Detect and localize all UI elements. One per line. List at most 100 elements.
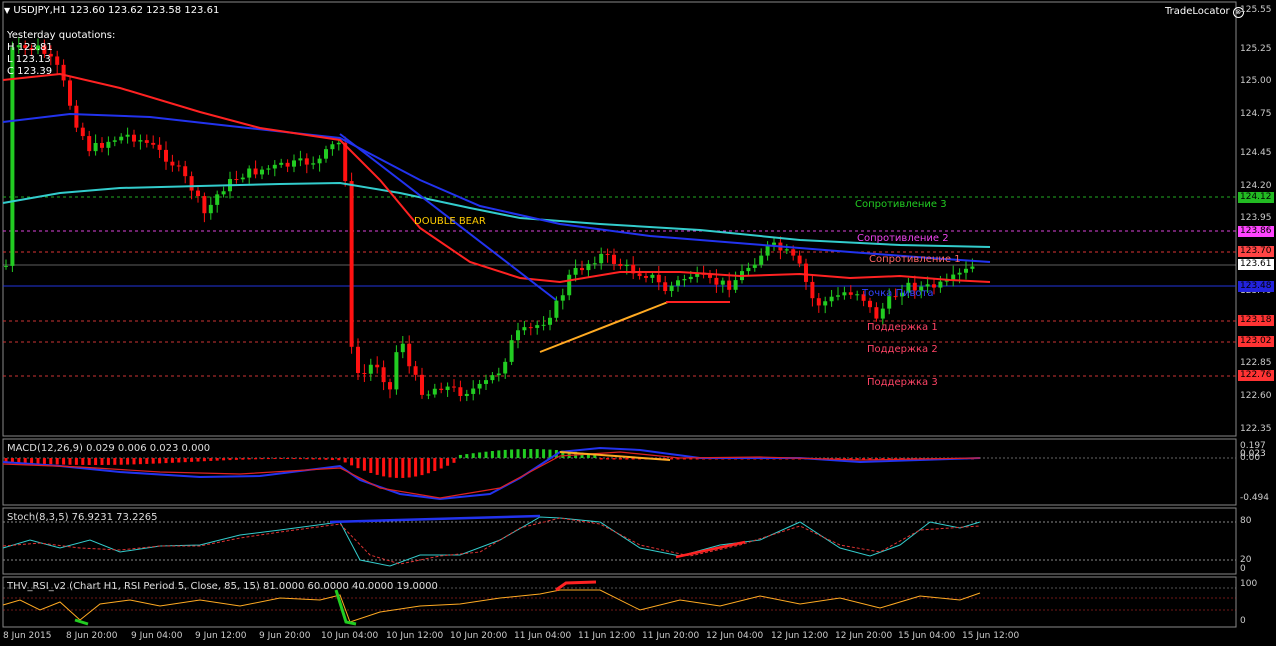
candle-body [106,141,111,148]
macd-bar [484,451,488,458]
candle-body [234,179,239,181]
macd-bar [119,458,123,465]
time-axis-label: 10 Jun 20:00 [450,631,508,641]
candle-body [605,253,610,255]
candle-body [368,364,373,374]
macd-bar [618,458,622,460]
price-tag-support-2: 123.02 [1238,336,1274,347]
macd-bar [190,458,194,462]
candle-body [880,308,885,319]
candle-body [612,254,616,264]
macd-bar [599,458,603,460]
candle-body [688,276,693,280]
rsi-axis-label: 100 [1240,579,1258,589]
chart-canvas[interactable] [0,0,1276,646]
macd-bar [74,458,78,465]
candle-body [144,140,149,143]
candle-body [157,144,162,150]
macd-bar [298,458,302,460]
macd-bar [113,458,117,465]
macd-bar [439,458,443,469]
rsi-line [2,589,981,623]
candle-body [708,274,712,278]
macd-bar [356,458,360,469]
candle-body [426,394,431,396]
candle-body [842,292,847,296]
resistance-1-label: Сопротивление 1 [869,254,961,265]
candle-body [132,134,136,142]
tradelocator-widget[interactable]: TradeLocator ⊗ [1165,6,1244,18]
candle-body [285,162,290,167]
candle-body [400,343,405,353]
candle-body [810,281,815,299]
candle-body [541,324,546,326]
candle-body [170,161,175,166]
candle-body [240,177,245,180]
macd-bar [23,458,27,464]
stoch-axis-label: 80 [1240,516,1252,526]
time-axis-label: 9 Jun 12:00 [195,631,247,641]
candle-body [112,140,117,142]
trendline-orange [539,301,669,353]
time-axis-label: 12 Jun 12:00 [771,631,829,641]
candle-body [420,374,424,395]
price-tag-resistance-1: 123.70 [1238,246,1274,257]
macd-bar [228,458,232,461]
price-tag-support-3: 122.76 [1238,370,1274,381]
candle-body [874,307,879,319]
macd-bar [196,458,200,462]
chevron-down-icon[interactable]: ▼ [4,6,10,15]
rsi-red-segment [555,580,597,592]
candle-body [176,165,181,167]
symbol-info: USDJPY,H1 123.60 123.62 123.58 123.61 [13,5,220,16]
candle-body [772,242,776,245]
candle-body [669,285,674,292]
candle-body [599,253,604,264]
price-axis-label: 125.25 [1240,44,1272,54]
price-tag-resistance-3: 124.12 [1238,192,1274,203]
price-axis-label: 125.55 [1240,5,1272,15]
candle-body [548,317,552,325]
macd-bar [407,458,411,478]
macd-bar [279,458,283,460]
macd-bar [36,458,40,464]
candle-body [836,295,840,297]
candle-body [560,295,565,301]
candle-body [87,136,92,152]
time-axis-label: 8 Jun 2015 [3,631,52,641]
macd-bar [222,458,226,461]
candle-body [925,284,930,287]
macd-bar [164,458,168,464]
chart-header[interactable]: ▼ USDJPY,H1 123.60 123.62 123.58 123.61 [4,5,219,16]
candle-body [68,80,72,106]
macd-bar [420,458,424,476]
candle-body [496,373,501,376]
time-axis-label: 12 Jun 04:00 [706,631,764,641]
macd-title: MACD(12,26,9) 0.029 0.006 0.023 0.000 [7,443,211,454]
candle-body [503,361,508,374]
candle-body [100,142,104,148]
macd-bar [318,458,322,460]
macd-bar [68,458,72,465]
time-axis-label: 8 Jun 20:00 [66,631,118,641]
macd-bar [426,458,430,474]
double-bear-label: DOUBLE BEAR [414,216,486,227]
candle-body [848,292,853,295]
candle-body [330,144,335,150]
macd-bar [510,449,514,458]
macd-bar [209,458,213,461]
price-axis-label: 122.85 [1240,358,1272,368]
macd-bar [170,458,174,463]
candle-body [733,280,738,290]
time-axis-label: 12 Jun 20:00 [835,631,893,641]
candle-body [375,364,380,368]
macd-bar [535,449,539,458]
candle-body [343,142,348,182]
candle-body [324,149,328,159]
candle-body [951,274,956,280]
macd-bar [49,458,53,465]
candle-body [567,274,572,296]
candle-body [349,181,354,347]
candle-body [464,393,469,396]
macd-bar [446,458,450,466]
